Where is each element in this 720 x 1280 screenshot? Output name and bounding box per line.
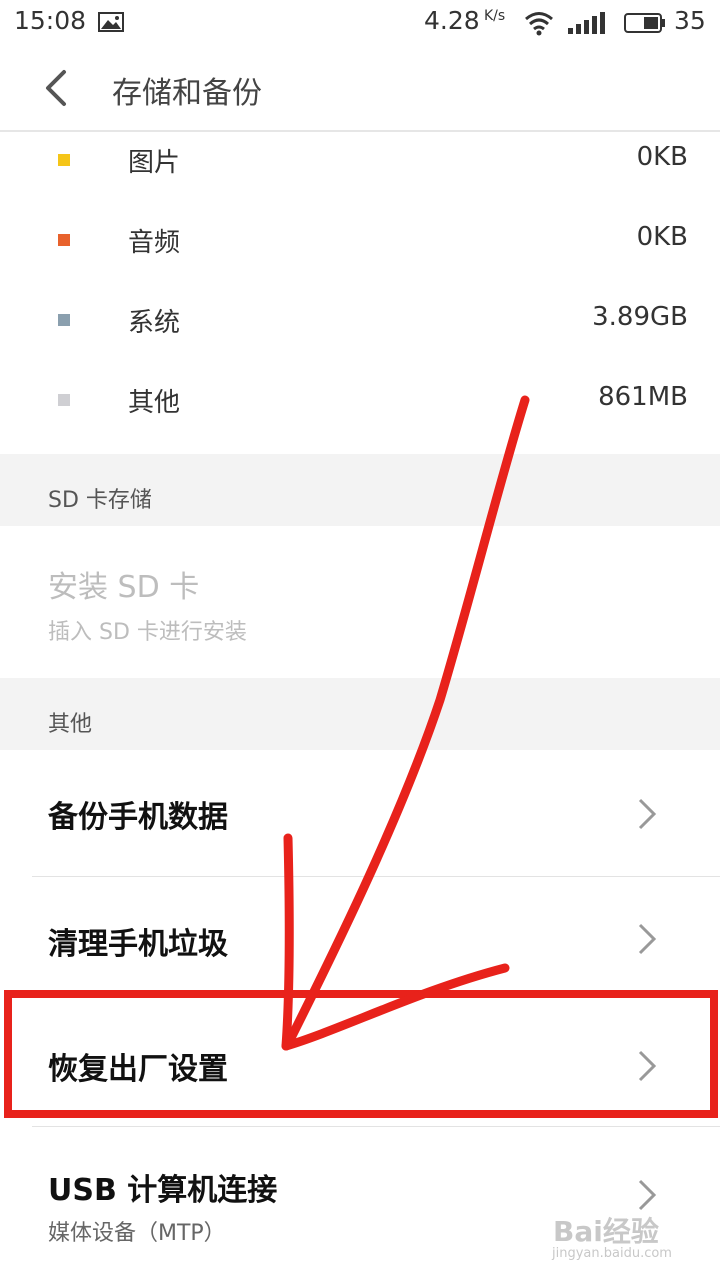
storage-item-images: 图片 0KB <box>0 120 720 200</box>
net-speed: 4.28 <box>424 6 480 35</box>
chevron-right-icon <box>638 923 657 955</box>
clean-phone-junk-item[interactable]: 清理手机垃圾 <box>0 877 720 991</box>
item-title: 清理手机垃圾 <box>48 927 228 962</box>
chevron-right-icon <box>638 798 657 830</box>
storage-value: 3.89GB <box>592 302 688 332</box>
install-sd-subtitle: 插入 SD 卡进行安装 <box>48 620 247 645</box>
storage-value: 0KB <box>636 142 688 172</box>
backup-phone-data-item[interactable]: 备份手机数据 <box>0 750 720 876</box>
image-icon <box>98 12 124 32</box>
item-title: USB 计算机连接 <box>48 1173 278 1208</box>
section-header-label: 其他 <box>48 712 93 737</box>
storage-item-audio: 音频 0KB <box>0 200 720 280</box>
page-title: 存储和备份 <box>112 76 262 111</box>
battery-icon <box>624 13 665 33</box>
storage-value: 861MB <box>598 382 688 412</box>
chevron-right-icon <box>638 1179 657 1211</box>
section-header-sd: SD 卡存储 <box>0 454 720 526</box>
legend-dot <box>58 314 70 326</box>
storage-label: 其他 <box>128 388 181 418</box>
status-bar: 15:08 4.28 K/s 35 <box>0 0 720 46</box>
factory-reset-item[interactable]: 恢复出厂设置 <box>0 992 720 1118</box>
storage-label: 音频 <box>128 228 181 258</box>
watermark-url: jingyan.baidu.com <box>552 1246 672 1261</box>
legend-dot <box>58 154 70 166</box>
status-time: 15:08 <box>14 6 87 35</box>
chevron-right-icon <box>638 1050 657 1082</box>
item-subtitle: 媒体设备（MTP） <box>48 1221 226 1246</box>
item-title: 备份手机数据 <box>48 800 228 835</box>
storage-value: 0KB <box>636 222 688 252</box>
wifi-icon <box>525 12 553 36</box>
watermark-brand: Bai经验 <box>553 1215 659 1248</box>
install-sd-title: 安装 SD 卡 <box>48 570 200 605</box>
storage-label: 系统 <box>128 308 181 338</box>
storage-item-system: 系统 3.89GB <box>0 280 720 360</box>
legend-dot <box>58 394 70 406</box>
battery-level: 35 <box>674 6 706 35</box>
signal-icon <box>568 12 605 34</box>
back-arrow-icon[interactable] <box>40 68 74 108</box>
item-title: 恢复出厂设置 <box>48 1052 228 1087</box>
section-header-other: 其他 <box>0 678 720 750</box>
storage-label: 图片 <box>128 148 181 178</box>
section-header-label: SD 卡存储 <box>48 488 152 513</box>
legend-dot <box>58 234 70 246</box>
net-speed-unit: K/s <box>484 8 506 24</box>
storage-item-other: 其他 861MB <box>0 360 720 440</box>
